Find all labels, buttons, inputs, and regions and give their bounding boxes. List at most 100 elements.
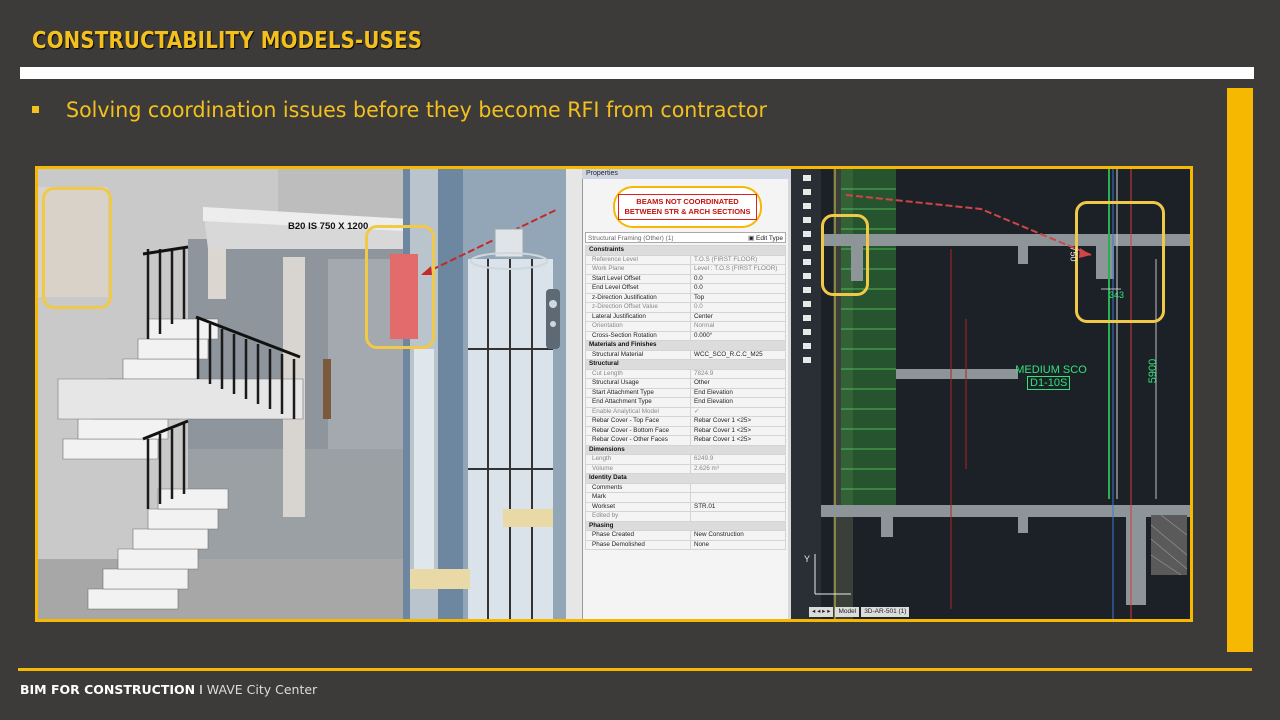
property-row[interactable]: Orientation Normal	[585, 321, 786, 332]
property-row[interactable]: Start Attachment Type End Elevation	[585, 387, 786, 398]
side-accent-bar	[1227, 88, 1253, 652]
property-name: Rebar Cover - Other Faces	[585, 435, 691, 446]
property-value[interactable]: WCC_SCO_R.C.C_M25	[690, 349, 786, 360]
footer: BIM FOR CONSTRUCTION I WAVE City Center	[20, 682, 317, 697]
tab-layout[interactable]: 3D-AR-501 (1)	[861, 607, 910, 617]
property-value[interactable]: End Elevation	[690, 397, 786, 408]
property-row[interactable]: Cross-Section Rotation 0.000°	[585, 330, 786, 341]
property-group-label: Dimensions	[585, 444, 786, 455]
property-row[interactable]: Lateral Justification Center	[585, 311, 786, 322]
property-value: 0.0	[690, 302, 786, 313]
property-group-label: Phasing	[585, 520, 786, 531]
property-row[interactable]: Reference Level T.O.S (FIRST FLOOR)	[585, 254, 786, 265]
tab-model[interactable]: Model	[835, 607, 860, 617]
property-row[interactable]: Mark	[585, 492, 786, 503]
property-row[interactable]: End Level Offset 0.0	[585, 283, 786, 294]
property-row[interactable]: Length 6249.9	[585, 454, 786, 465]
property-group-label: Identity Data	[585, 473, 786, 484]
autocad-view[interactable]: 750 343 5900 MEDIUM SCO D1-10S Y ◂ ◂ ▸ ▸…	[791, 169, 1190, 619]
property-name: Enable Analytical Model	[585, 406, 691, 417]
property-row[interactable]: Structural Usage Other	[585, 378, 786, 389]
property-name: Reference Level	[585, 254, 691, 265]
dimension-343: 343	[1109, 290, 1125, 300]
footer-separator: I	[199, 682, 203, 697]
property-group-label: Constraints	[585, 245, 786, 256]
edit-type-button[interactable]: ▣ Edit Type	[748, 233, 783, 244]
property-row[interactable]: Work Plane Level : T.O.S (FIRST FLOOR)	[585, 264, 786, 275]
property-name: Workset	[585, 501, 691, 512]
property-row[interactable]: Structural Material WCC_SCO_R.C.C_M25	[585, 349, 786, 360]
property-value[interactable]	[690, 492, 786, 503]
dimension-5900: 5900	[1147, 358, 1160, 384]
property-value[interactable]: Rebar Cover 1 <25>	[690, 425, 786, 436]
revit-3d-view[interactable]: B20 IS 750 X 1200	[38, 169, 566, 619]
property-name: Phase Demolished	[585, 539, 691, 550]
property-row[interactable]: Enable Analytical Model ✓	[585, 406, 786, 417]
slide-title: CONSTRUCTABILITY MODELS-USES	[32, 28, 423, 54]
property-value: 2.626 m³	[690, 463, 786, 474]
property-group-header: Structural	[585, 359, 786, 370]
property-value[interactable]: None	[690, 539, 786, 550]
property-group-header: Constraints	[585, 245, 786, 256]
property-value: 7824.9	[690, 368, 786, 379]
property-row[interactable]: Rebar Cover - Top Face Rebar Cover 1 <25>	[585, 416, 786, 427]
property-name: Start Attachment Type	[585, 387, 691, 398]
property-group-label: Materials and Finishes	[585, 340, 786, 351]
property-row[interactable]: z-Direction Justification Top	[585, 292, 786, 303]
property-name: Comments	[585, 482, 691, 493]
type-selector[interactable]: Structural Framing (Other) (1) ▣ Edit Ty…	[585, 232, 786, 243]
footer-project: WAVE City Center	[206, 682, 318, 697]
property-value[interactable]: End Elevation	[690, 387, 786, 398]
property-row[interactable]: Start Level Offset 0.0	[585, 273, 786, 284]
stair-model-illustration	[38, 169, 566, 619]
footer-title: BIM FOR CONSTRUCTION	[20, 682, 196, 697]
property-value[interactable]: 0.0	[690, 273, 786, 284]
properties-title: Properties	[582, 169, 791, 179]
property-row[interactable]: Volume 2.626 m³	[585, 463, 786, 474]
property-name: Rebar Cover - Bottom Face	[585, 425, 691, 436]
property-row[interactable]: Workset STR.01	[585, 501, 786, 512]
property-row[interactable]: Cut Length 7824.9	[585, 368, 786, 379]
property-row[interactable]: Phase Demolished None	[585, 539, 786, 550]
property-name: Orientation	[585, 321, 691, 332]
clash-highlight-beam	[365, 225, 435, 349]
property-row[interactable]: Rebar Cover - Other Faces Rebar Cover 1 <…	[585, 435, 786, 446]
property-name: Cut Length	[585, 368, 691, 379]
property-name: Mark	[585, 492, 691, 503]
property-value: Level : T.O.S (FIRST FLOOR)	[690, 264, 786, 275]
property-value[interactable]	[690, 482, 786, 493]
property-value[interactable]: Rebar Cover 1 <25>	[690, 416, 786, 427]
property-value: ✓	[690, 406, 786, 417]
coordination-callout: BEAMS NOT COORDINATED BETWEEN STR & ARCH…	[613, 186, 762, 228]
property-value[interactable]: New Construction	[690, 530, 786, 541]
property-value[interactable]: STR.01	[690, 501, 786, 512]
property-name: Structural Material	[585, 349, 691, 360]
property-row[interactable]: Comments	[585, 482, 786, 493]
callout-text: BEAMS NOT COORDINATED BETWEEN STR & ARCH…	[617, 194, 758, 220]
property-row[interactable]: z-Direction Offset Value 0.0	[585, 302, 786, 313]
property-group-label: Structural	[585, 359, 786, 370]
property-name: z-Direction Justification	[585, 292, 691, 303]
property-row[interactable]: Edited by	[585, 511, 786, 522]
property-name: Structural Usage	[585, 378, 691, 389]
property-row[interactable]: Phase Created New Construction	[585, 530, 786, 541]
property-value[interactable]: 0.0	[690, 283, 786, 294]
tab-nav[interactable]: ◂ ◂ ▸ ▸	[809, 607, 834, 617]
properties-body: BEAMS NOT COORDINATED BETWEEN STR & ARCH…	[582, 179, 788, 619]
property-value[interactable]: Top	[690, 292, 786, 303]
property-name: Length	[585, 454, 691, 465]
property-group-header: Phasing	[585, 520, 786, 531]
room-number: D1-10S	[1027, 376, 1071, 390]
property-value[interactable]: Center	[690, 311, 786, 322]
edit-type-label: Edit Type	[756, 235, 783, 242]
property-row[interactable]: End Attachment Type End Elevation	[585, 397, 786, 408]
property-value[interactable]: Rebar Cover 1 <25>	[690, 435, 786, 446]
property-value: T.O.S (FIRST FLOOR)	[690, 254, 786, 265]
clash-highlight-cad-right	[1075, 201, 1165, 323]
property-value: Normal	[690, 321, 786, 332]
property-name: End Level Offset	[585, 283, 691, 294]
callout-line-1: BEAMS NOT COORDINATED	[636, 197, 739, 206]
property-value[interactable]: 0.000°	[690, 330, 786, 341]
property-row[interactable]: Rebar Cover - Bottom Face Rebar Cover 1 <…	[585, 425, 786, 436]
property-value[interactable]: Other	[690, 378, 786, 389]
